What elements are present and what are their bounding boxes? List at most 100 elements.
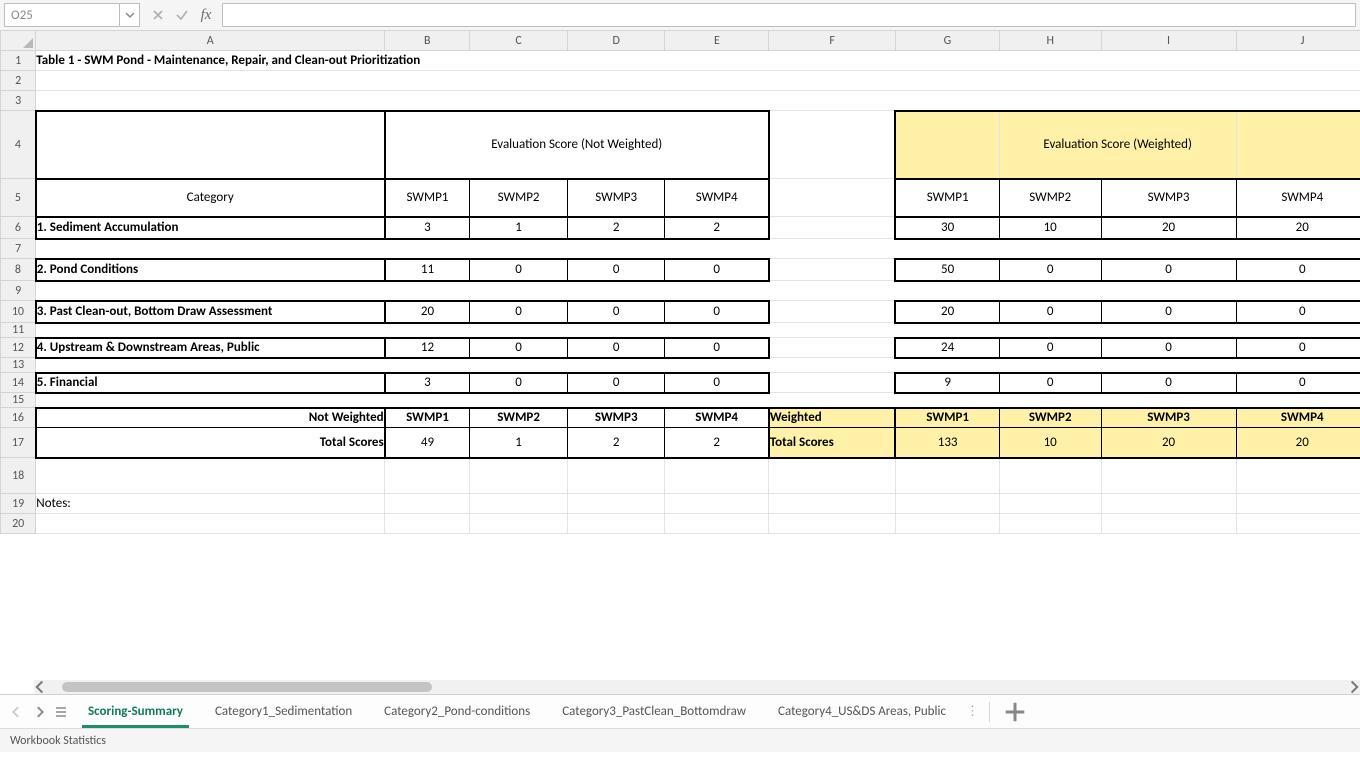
horizontal-scrollbar[interactable] xyxy=(34,680,1360,694)
cell[interactable]: 0 xyxy=(470,301,568,323)
cell[interactable]: 12 xyxy=(385,338,470,358)
cell[interactable]: 20 xyxy=(1236,217,1360,239)
cell[interactable]: 0 xyxy=(1101,338,1236,358)
cell[interactable] xyxy=(36,71,1360,91)
label-total-scores-nw[interactable]: Total Scores xyxy=(36,428,385,458)
cell[interactable]: 133 xyxy=(895,428,999,458)
row-header[interactable]: 16 xyxy=(1,408,36,428)
row-header[interactable]: 20 xyxy=(1,514,36,534)
col-swmp2[interactable]: SWMP2 xyxy=(470,179,568,217)
column-header[interactable]: F xyxy=(769,31,896,51)
cell[interactable]: 0 xyxy=(665,301,769,323)
header-category[interactable]: Category xyxy=(36,179,385,217)
column-header[interactable]: B xyxy=(385,31,470,51)
cell[interactable]: SWMP1 xyxy=(385,408,470,428)
cell[interactable]: 50 xyxy=(895,259,999,281)
cell[interactable]: 2 xyxy=(665,217,769,239)
cell[interactable]: 2 xyxy=(665,428,769,458)
cell[interactable] xyxy=(567,514,665,534)
sheet-tab-category1[interactable]: Category1_Sedimentation xyxy=(199,698,368,725)
cell[interactable]: 0 xyxy=(1101,259,1236,281)
cell[interactable] xyxy=(385,494,470,514)
category-upstream-downstream[interactable]: 4. Upstream & Downstream Areas, Public xyxy=(36,338,385,358)
row-header[interactable]: 17 xyxy=(1,428,36,458)
cell[interactable] xyxy=(769,179,896,217)
row-header[interactable]: 2 xyxy=(1,71,36,91)
accept-formula-button[interactable] xyxy=(170,3,194,27)
column-header[interactable]: H xyxy=(999,31,1101,51)
scroll-left-icon[interactable] xyxy=(34,680,48,694)
column-header[interactable]: I xyxy=(1101,31,1236,51)
row-header[interactable]: 4 xyxy=(1,111,36,179)
cell[interactable] xyxy=(1236,494,1360,514)
cell[interactable]: 0 xyxy=(1236,338,1360,358)
label-total-scores-w[interactable]: Total Scores xyxy=(769,428,896,458)
cell[interactable]: 2 xyxy=(567,428,665,458)
row-header[interactable]: 1 xyxy=(1,51,36,71)
name-box[interactable]: O25 xyxy=(4,3,120,27)
tabs-overflow-indicator[interactable]: ⋮ xyxy=(962,704,983,719)
cell[interactable] xyxy=(665,494,769,514)
scroll-right-icon[interactable] xyxy=(1346,680,1360,694)
header-not-weighted[interactable]: Evaluation Score (Not Weighted) xyxy=(385,111,769,179)
cell[interactable]: SWMP3 xyxy=(567,408,665,428)
cell[interactable]: 20 xyxy=(385,301,470,323)
cell[interactable]: 0 xyxy=(999,259,1101,281)
cell[interactable]: 0 xyxy=(1236,373,1360,393)
column-header[interactable]: J xyxy=(1236,31,1360,51)
cell[interactable]: 20 xyxy=(895,301,999,323)
status-text[interactable]: Workbook Statistics xyxy=(10,734,106,748)
header-weighted-text[interactable]: Evaluation Score (Weighted) xyxy=(999,111,1236,179)
col-swmp1-w[interactable]: SWMP1 xyxy=(895,179,999,217)
header-weighted[interactable] xyxy=(895,111,999,179)
cell[interactable]: 3 xyxy=(385,217,470,239)
cell[interactable] xyxy=(36,323,1360,338)
col-swmp4[interactable]: SWMP4 xyxy=(665,179,769,217)
cell[interactable]: 0 xyxy=(567,338,665,358)
select-all-corner[interactable] xyxy=(1,31,36,51)
cell[interactable] xyxy=(1101,458,1236,494)
cell[interactable]: 20 xyxy=(1101,428,1236,458)
scroll-thumb[interactable] xyxy=(62,682,432,692)
cell[interactable] xyxy=(470,494,568,514)
cell[interactable] xyxy=(665,458,769,494)
cell[interactable]: 49 xyxy=(385,428,470,458)
cell[interactable]: 0 xyxy=(470,338,568,358)
cell[interactable]: 0 xyxy=(1101,373,1236,393)
cell[interactable]: 0 xyxy=(1236,259,1360,281)
cell[interactable]: 0 xyxy=(665,373,769,393)
cell[interactable] xyxy=(769,111,896,179)
cell[interactable] xyxy=(567,458,665,494)
cell[interactable]: 0 xyxy=(665,338,769,358)
column-header[interactable]: C xyxy=(470,31,568,51)
column-header[interactable]: D xyxy=(567,31,665,51)
sheet-tab-category3[interactable]: Category3_PastClean_Bottomdraw xyxy=(546,698,762,725)
label-not-weighted[interactable]: Not Weighted xyxy=(36,408,385,428)
formula-input[interactable] xyxy=(222,3,1356,27)
cell[interactable] xyxy=(1236,514,1360,534)
cell[interactable] xyxy=(769,373,896,393)
cell[interactable] xyxy=(385,458,470,494)
cell[interactable]: 0 xyxy=(470,373,568,393)
cell[interactable] xyxy=(1236,458,1360,494)
cell[interactable] xyxy=(769,338,896,358)
cell[interactable] xyxy=(36,514,385,534)
cell[interactable] xyxy=(769,458,896,494)
cell[interactable] xyxy=(895,458,999,494)
column-header[interactable]: G xyxy=(895,31,999,51)
row-header[interactable]: 5 xyxy=(1,179,36,217)
cell[interactable] xyxy=(385,514,470,534)
cell[interactable]: SWMP3 xyxy=(1101,408,1236,428)
category-financial[interactable]: 5. Financial xyxy=(36,373,385,393)
row-header[interactable]: 13 xyxy=(1,358,36,373)
row-header[interactable]: 15 xyxy=(1,393,36,408)
row-header[interactable]: 19 xyxy=(1,494,36,514)
cell[interactable] xyxy=(36,91,1360,111)
cell[interactable]: SWMP2 xyxy=(470,408,568,428)
cell[interactable]: 11 xyxy=(385,259,470,281)
row-header[interactable]: 6 xyxy=(1,217,36,239)
sheet-tab-category4[interactable]: Category4_US&DS Areas, Public xyxy=(762,698,962,725)
cell[interactable]: SWMP4 xyxy=(1236,408,1360,428)
cell[interactable] xyxy=(769,301,896,323)
spreadsheet-grid[interactable]: A B C D E F G H I J 1 Table 1 - SWM Pond… xyxy=(0,30,1360,694)
